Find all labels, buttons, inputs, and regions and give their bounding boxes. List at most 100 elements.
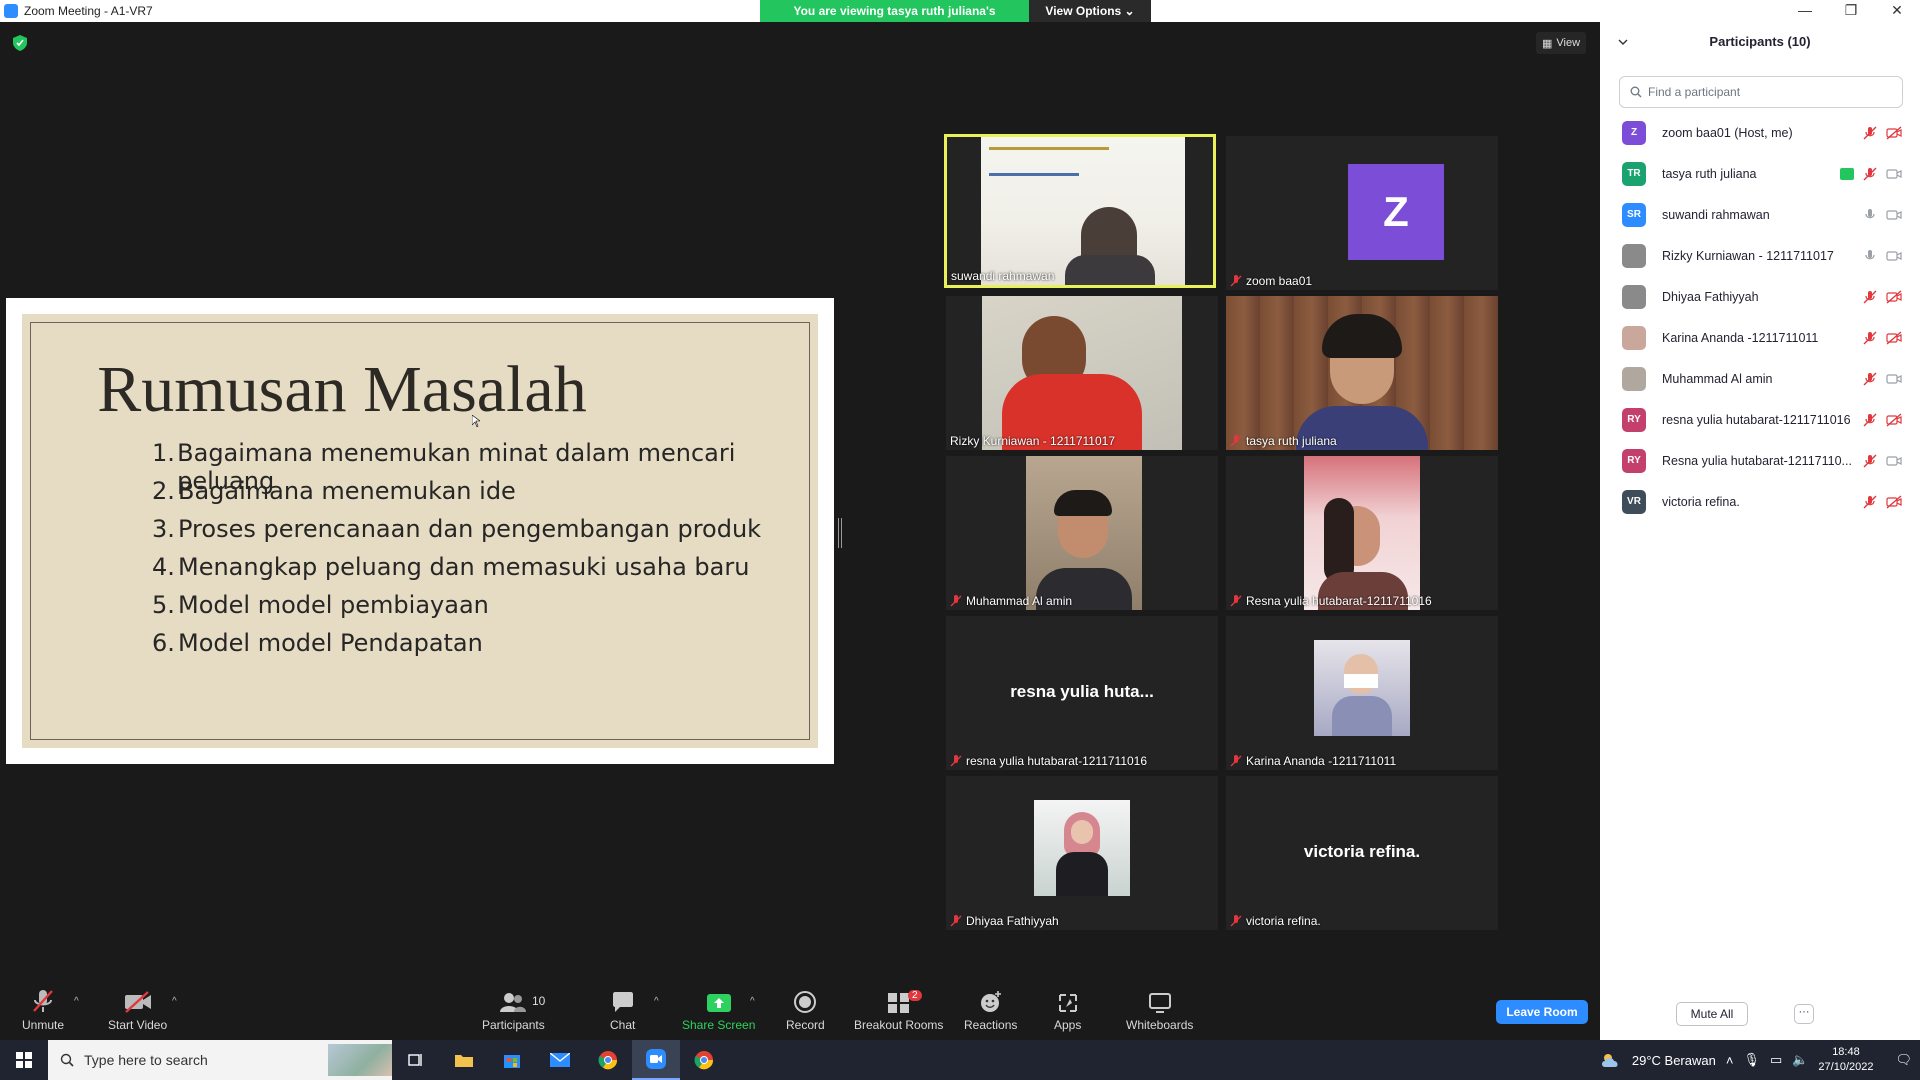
chrome-icon[interactable]	[584, 1040, 632, 1080]
chrome-profile-icon[interactable]	[680, 1040, 728, 1080]
participant-display-name: resna yulia huta...	[1010, 682, 1154, 701]
video-icon	[1886, 209, 1902, 220]
mic-muted-icon	[1863, 372, 1877, 385]
view-button[interactable]: ▦ View	[1536, 32, 1587, 54]
video-tile[interactable]: Rizky Kurniawan - 1211711017	[946, 296, 1218, 450]
participant-avatar: Z	[1622, 120, 1646, 145]
video-tile[interactable]: tasya ruth juliana	[1226, 296, 1498, 450]
participant-name: tasya ruth juliana	[1662, 166, 1757, 181]
taskbar-search-input[interactable]: Type here to search	[48, 1040, 392, 1080]
chat-icon	[612, 992, 633, 1012]
restore-icon[interactable]: ❐	[1828, 0, 1874, 22]
zoom-taskbar-icon[interactable]	[632, 1040, 680, 1080]
video-icon	[1886, 373, 1902, 384]
participant-row[interactable]: Muhammad Al amin	[1600, 358, 1920, 399]
notifications-icon[interactable]: 🗨	[1895, 1052, 1912, 1068]
video-icon	[1886, 168, 1902, 179]
start-button[interactable]	[0, 1040, 48, 1080]
close-icon[interactable]: ✕	[1874, 0, 1920, 22]
mic-muted-icon	[1863, 126, 1877, 139]
volume-icon[interactable]: 🔈	[1792, 1052, 1808, 1068]
weather-text[interactable]: 29°C Berawan	[1632, 1053, 1716, 1068]
video-off-icon	[1886, 412, 1902, 427]
video-tile[interactable]: Karina Ananda -1211711011	[1226, 616, 1498, 770]
viewing-screen-label: You are viewing tasya ruth juliana's scr…	[760, 0, 1029, 40]
minimize-icon[interactable]: —	[1782, 0, 1828, 22]
share-screen-button[interactable]: Share Screen	[682, 988, 755, 1032]
network-icon[interactable]: ▭	[1770, 1052, 1782, 1068]
participant-row[interactable]: Karina Ananda -1211711011	[1600, 317, 1920, 358]
breakout-rooms-button[interactable]: Breakout Rooms	[854, 988, 943, 1032]
mute-all-button[interactable]: Mute All	[1676, 1002, 1748, 1026]
video-tile[interactable]: resna yulia huta... resna yulia hutabara…	[946, 616, 1218, 770]
participant-name: zoom baa01	[1230, 274, 1312, 288]
unmute-button[interactable]: Unmute	[22, 988, 64, 1032]
apps-button[interactable]: Apps	[1054, 988, 1081, 1032]
audio-options-caret[interactable]: ^	[74, 996, 79, 1007]
participant-status-icons	[1840, 167, 1902, 181]
mic-muted-icon	[950, 915, 962, 927]
participant-name: Dhiyaa Fathiyyah	[950, 914, 1059, 928]
leave-room-button[interactable]: Leave Room	[1496, 1000, 1588, 1024]
encryption-shield-icon[interactable]	[13, 35, 27, 51]
video-tile[interactable]: Dhiyaa Fathiyyah	[946, 776, 1218, 930]
list-item: 4. Menangkap peluang dan memasuki usaha b…	[152, 553, 750, 581]
view-options-button[interactable]: View Options ⌄	[1029, 0, 1151, 22]
video-off-icon	[1886, 125, 1902, 140]
list-item: 1. Bagaimana menemukan minat dalam mencar…	[152, 439, 736, 495]
share-options-caret[interactable]: ^	[750, 996, 755, 1007]
chat-button[interactable]: Chat	[610, 988, 635, 1032]
task-view-icon[interactable]	[392, 1040, 440, 1080]
participants-icon	[500, 993, 527, 1012]
record-button[interactable]: Record	[786, 988, 825, 1032]
participant-name: suwandi rahmawan	[1662, 207, 1770, 222]
reactions-icon	[980, 991, 1001, 1012]
video-tile[interactable]: suwandi rahmawan	[944, 134, 1216, 288]
search-icon	[1630, 86, 1642, 98]
panel-footer: Mute All ···	[1600, 1000, 1920, 1030]
clock[interactable]: 18:48 27/10/2022	[1818, 1045, 1873, 1075]
participants-panel: — ❐ ✕ Participants (10) Find a participa…	[1600, 0, 1920, 1040]
mail-icon[interactable]	[536, 1040, 584, 1080]
chat-options-caret[interactable]: ^	[654, 996, 659, 1007]
start-video-button[interactable]: Start Video	[108, 988, 167, 1032]
participant-search-input[interactable]: Find a participant	[1619, 76, 1903, 108]
show-hidden-icons-icon[interactable]: ˄	[1726, 1053, 1734, 1068]
panel-splitter-handle[interactable]	[838, 518, 842, 548]
screen-sharing-icon	[1840, 167, 1854, 180]
video-tile[interactable]: Muhammad Al amin	[946, 456, 1218, 610]
video-tile[interactable]: Resna yulia hutabarat-1211711016	[1226, 456, 1498, 610]
mic-muted-icon	[33, 990, 53, 1012]
participant-row[interactable]: SR suwandi rahmawan	[1600, 194, 1920, 235]
participant-status-icons	[1862, 454, 1902, 468]
participant-name: Resna yulia hutabarat-1211711016	[1230, 594, 1432, 608]
participant-name: Rizky Kurniawan - 1211711017	[950, 434, 1115, 448]
participant-row[interactable]: RY resna yulia hutabarat-1211711016	[1600, 399, 1920, 440]
participant-row[interactable]: Rizky Kurniawan - 1211711017	[1600, 235, 1920, 276]
participant-status-icons	[1862, 494, 1902, 509]
more-options-button[interactable]: ···	[1794, 1004, 1814, 1024]
participant-row[interactable]: RY Resna yulia hutabarat-12117110...	[1600, 440, 1920, 481]
participant-row[interactable]: VR victoria refina.	[1600, 481, 1920, 522]
mic-muted-icon	[1863, 413, 1877, 426]
whiteboards-button[interactable]: Whiteboards	[1126, 988, 1193, 1032]
mic-icon	[1865, 249, 1875, 259]
participant-avatar-photo	[1314, 640, 1410, 736]
reactions-button[interactable]: Reactions	[964, 988, 1017, 1032]
video-tile[interactable]: victoria refina. victoria refina.	[1226, 776, 1498, 930]
participant-avatar	[1622, 284, 1646, 309]
video-options-caret[interactable]: ^	[172, 996, 177, 1007]
participant-name: Dhiyaa Fathiyyah	[1662, 289, 1759, 304]
participant-status-icons	[1862, 289, 1902, 304]
participant-row[interactable]: TR tasya ruth juliana	[1600, 153, 1920, 194]
microphone-tray-icon[interactable]: 🎙	[1743, 1052, 1760, 1068]
microsoft-store-icon[interactable]	[488, 1040, 536, 1080]
participant-row[interactable]: Zzoom baa01 (Host, me)	[1600, 112, 1920, 153]
participant-video	[1026, 456, 1142, 610]
file-explorer-icon[interactable]	[440, 1040, 488, 1080]
participant-row[interactable]: Dhiyaa Fathiyyah	[1600, 276, 1920, 317]
mic-muted-icon	[1230, 755, 1242, 767]
video-tile[interactable]: Z zoom baa01	[1226, 136, 1498, 290]
participant-name: suwandi rahmawan	[951, 269, 1055, 283]
panel-title: Participants (10)	[1709, 34, 1811, 49]
